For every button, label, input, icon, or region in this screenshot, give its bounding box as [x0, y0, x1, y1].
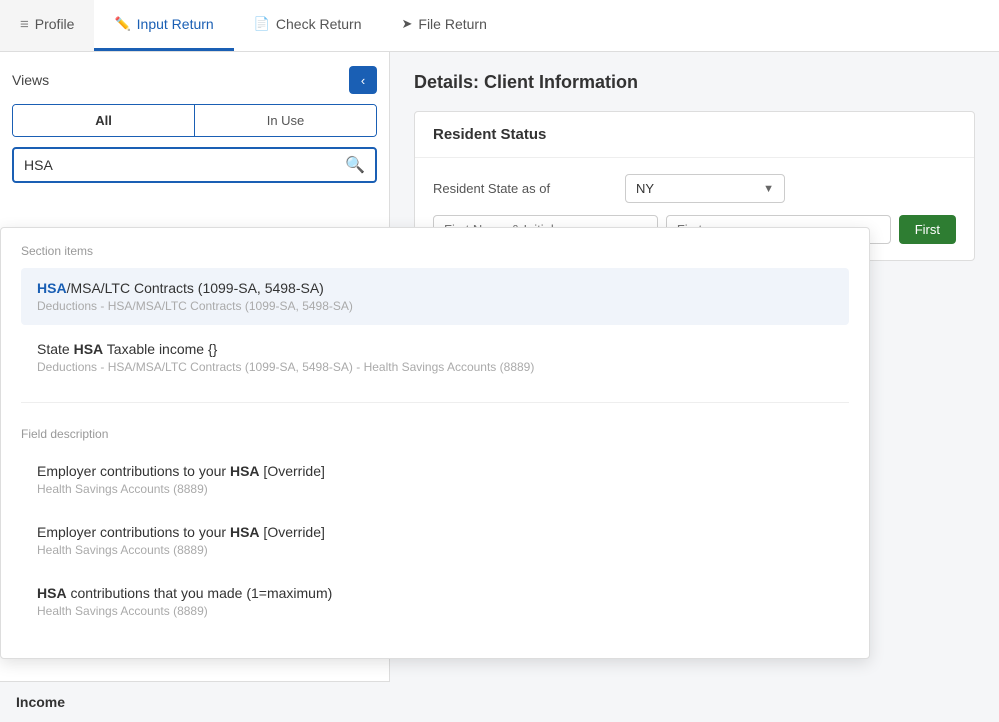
section-items-label: Section items	[21, 244, 849, 258]
page-title: Details: Client Information	[414, 72, 975, 93]
send-icon: ➤	[401, 16, 412, 32]
hsa-bold-5: HSA	[37, 585, 67, 601]
field-item-sub-1: Health Savings Accounts (8889)	[37, 482, 833, 496]
hsa-bold-3: HSA	[230, 463, 260, 479]
views-header: Views ‹	[0, 52, 389, 104]
hsa-msa-rest: /MSA/LTC Contracts (1099-SA, 5498-SA)	[67, 280, 324, 296]
views-label: Views	[12, 72, 49, 88]
search-wrapper: 🔍	[12, 147, 377, 183]
field-item-title-1: Employer contributions to your HSA [Over…	[37, 463, 833, 479]
employer-text-2: Employer contributions to your	[37, 524, 230, 540]
income-section-label: Income	[0, 681, 390, 722]
tab-input-return[interactable]: ✏️ Input Return	[94, 0, 233, 51]
contributions-text: contributions that you made (1=maximum)	[67, 585, 333, 601]
hsa-bold-4: HSA	[230, 524, 260, 540]
override-text-1: [Override]	[260, 463, 325, 479]
toggle-all[interactable]: All	[13, 105, 195, 136]
apply-button[interactable]: First	[899, 215, 956, 244]
hsa-bold-2: HSA	[74, 341, 104, 357]
field-item-sub-2: Health Savings Accounts (8889)	[37, 543, 833, 557]
view-toggle-group: All In Use	[12, 104, 377, 137]
dropdown-item-state-hsa[interactable]: State HSA Taxable income {} Deductions -…	[21, 329, 849, 386]
field-item-title-3: HSA contributions that you made (1=maxim…	[37, 585, 833, 601]
main-layout: Views ‹ All In Use 🔍 Income Section item…	[0, 52, 999, 722]
collapse-button[interactable]: ‹	[349, 66, 377, 94]
override-text-2: [Override]	[260, 524, 325, 540]
tab-check-return[interactable]: 📄 Check Return	[234, 0, 382, 51]
list-icon: ≡	[20, 16, 29, 33]
dropdown-item-sub: Deductions - HSA/MSA/LTC Contracts (1099…	[37, 299, 833, 313]
dropdown-item-title: HSA/MSA/LTC Contracts (1099-SA, 5498-SA)	[37, 280, 833, 296]
search-input[interactable]	[24, 157, 345, 173]
dropdown-field-item-3[interactable]: HSA contributions that you made (1=maxim…	[21, 573, 849, 630]
dropdown-divider	[21, 402, 849, 403]
chevron-down-icon: ▼	[763, 183, 774, 195]
employer-text-1: Employer contributions to your	[37, 463, 230, 479]
dropdown-item-sub-2: Deductions - HSA/MSA/LTC Contracts (1099…	[37, 360, 833, 374]
pencil-icon: ✏️	[114, 16, 130, 32]
hsa-bold-blue: HSA	[37, 280, 67, 296]
section-items-group: Section items HSA/MSA/LTC Contracts (109…	[1, 228, 869, 394]
field-item-title-2: Employer contributions to your HSA [Over…	[37, 524, 833, 540]
dropdown-item-hsa-msa[interactable]: HSA/MSA/LTC Contracts (1099-SA, 5498-SA)…	[21, 268, 849, 325]
tab-profile[interactable]: ≡ Profile	[0, 0, 94, 51]
dropdown-field-item-1[interactable]: Employer contributions to your HSA [Over…	[21, 451, 849, 508]
state-text: State	[37, 341, 74, 357]
resident-state-value: NY	[636, 181, 654, 196]
taxable-text: Taxable income {}	[103, 341, 217, 357]
field-item-sub-3: Health Savings Accounts (8889)	[37, 604, 833, 618]
resident-state-row: Resident State as of NY ▼	[433, 174, 956, 203]
dropdown-item-title-2: State HSA Taxable income {}	[37, 341, 833, 357]
field-description-group: Field description Employer contributions…	[1, 411, 869, 638]
resident-state-select[interactable]: NY ▼	[625, 174, 785, 203]
dropdown-field-item-2[interactable]: Employer contributions to your HSA [Over…	[21, 512, 849, 569]
doc-icon: 📄	[254, 16, 270, 32]
field-description-label: Field description	[21, 427, 849, 441]
search-dropdown: Section items HSA/MSA/LTC Contracts (109…	[0, 227, 870, 659]
resident-status-header: Resident Status	[415, 112, 974, 158]
top-navigation: ≡ Profile ✏️ Input Return 📄 Check Return…	[0, 0, 999, 52]
tab-file-return[interactable]: ➤ File Return	[381, 0, 506, 51]
chevron-left-icon: ‹	[361, 73, 365, 88]
toggle-in-use[interactable]: In Use	[195, 105, 376, 136]
search-icon: 🔍	[345, 155, 365, 175]
resident-state-label: Resident State as of	[433, 181, 613, 196]
